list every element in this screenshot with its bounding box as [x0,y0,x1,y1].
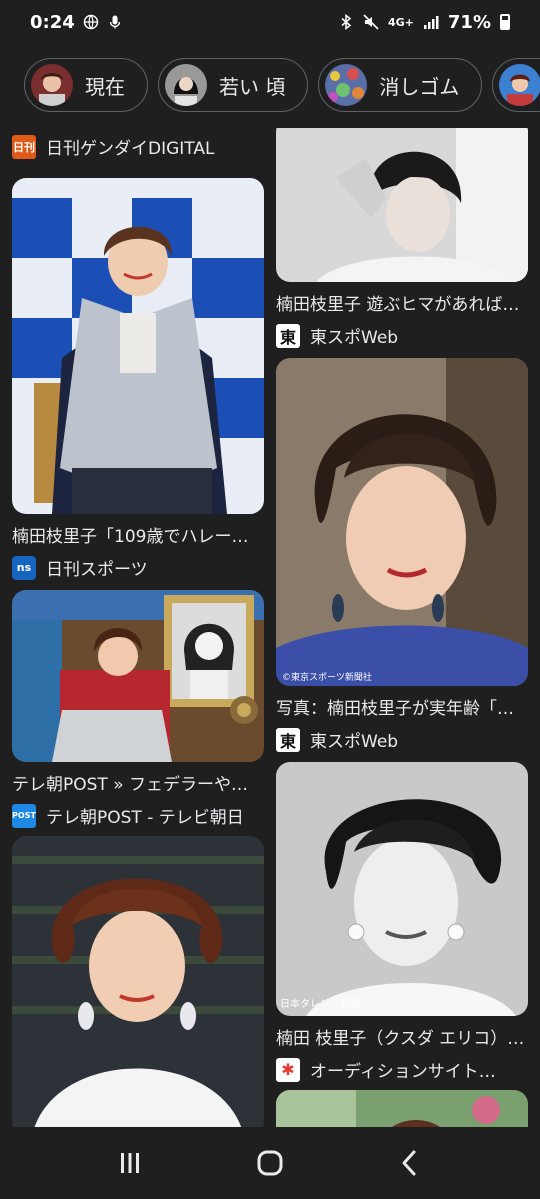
result-source: ns 日刊スポーツ [12,555,264,580]
result-source: POST テレ朝POST - テレビ朝日 [12,803,264,828]
home-icon [257,1150,283,1176]
result-card[interactable] [12,836,264,1128]
result-card[interactable]: 楠田枝里子 遊ぶヒマがあれば… 東 東スポWeb [276,128,528,348]
system-nav-bar [0,1127,540,1199]
result-image[interactable]: ©東京スポーツ新聞社 [276,358,528,686]
result-card[interactable] [276,1090,528,1128]
audition-site-favicon-icon: ✱ [276,1057,300,1082]
battery-percent: 71% [447,11,491,33]
back-icon [402,1150,416,1176]
gendai-favicon-icon: 日刊 [12,134,36,159]
result-source: ✱ オーディションサイト… [276,1057,528,1082]
result-source: 東 東スポWeb [276,323,528,348]
nikkansports-favicon-icon: ns [12,555,36,580]
watermark-tospo: ©東京スポーツ新聞社 [282,671,372,683]
result-image[interactable] [12,178,264,514]
chip-wakai-koro[interactable]: 若い 頃 [158,58,309,112]
network-type: 4G+ [388,15,414,29]
result-image[interactable]: 日本タレント名鑑 [276,762,528,1016]
status-time: 0:24 [30,11,75,33]
result-source: 日刊 日刊ゲンダイDIGITAL [12,134,264,159]
chip-label: 現在 [85,74,125,99]
battery-icon [500,14,510,30]
recent-apps-button[interactable] [100,1133,160,1193]
result-image[interactable] [12,836,264,1128]
recent-apps-icon [121,1153,139,1173]
tospo-favicon-icon: 東 [276,727,300,752]
result-title: テレ朝POST » フェデラーや… [12,775,249,795]
teleasa-post-favicon-icon: POST [12,803,36,828]
related-search-chips: 現在 若い 頃 消しゴム な [24,58,540,114]
result-image[interactable] [276,1090,528,1128]
chip-thumbnail [31,64,73,106]
result-title: 楠田枝里子「109歳でハレー… [12,527,249,547]
tospo-favicon-icon: 東 [276,323,300,348]
image-results-grid: 日刊 日刊ゲンダイDIGITAL 楠田枝里子「109歳でハレー… ns 日刊スポ… [0,128,540,1128]
result-title: 楠田 枝里子（クスダ エリコ）… [276,1029,525,1049]
globe-icon [83,14,99,30]
chip-genzai[interactable]: 現在 [24,58,148,112]
result-title: 写真：楠田枝里子が実年齢「… [276,699,514,719]
status-bar: 0:24 4G+ 71% [0,0,540,44]
bluetooth-icon [341,14,352,30]
chip-na[interactable]: な [492,58,540,112]
chip-thumbnail [499,64,540,106]
result-image[interactable] [276,128,528,282]
result-title: 楠田枝里子 遊ぶヒマがあれば… [276,295,520,315]
mute-icon [363,14,379,30]
mic-icon [109,15,120,29]
result-card[interactable]: テレ朝POST » フェデラーや… POST テレ朝POST - テレビ朝日 [12,590,264,828]
chip-thumbnail [325,64,368,106]
chip-label: 若い 頃 [219,74,286,99]
home-button[interactable] [240,1133,300,1193]
result-card[interactable]: 楠田枝里子「109歳でハレー… ns 日刊スポーツ [12,178,264,580]
result-card[interactable]: 日刊 日刊ゲンダイDIGITAL [12,134,264,159]
watermark-talent: 日本タレント名鑑 [280,997,360,1010]
back-button[interactable] [380,1133,440,1193]
signal-icon [423,16,439,29]
chip-thumbnail [165,64,207,106]
result-source: 東 東スポWeb [276,727,528,752]
result-card[interactable]: 日本タレント名鑑 楠田 枝里子（クスダ エリコ）… ✱ オーディションサイト… [276,762,528,1082]
chip-label: 消しゴム [379,74,460,99]
chip-keshigomu[interactable]: 消しゴム [318,58,483,112]
result-card[interactable]: ©東京スポーツ新聞社 写真：楠田枝里子が実年齢「… 東 東スポWeb [276,358,528,752]
result-image[interactable] [12,590,264,762]
